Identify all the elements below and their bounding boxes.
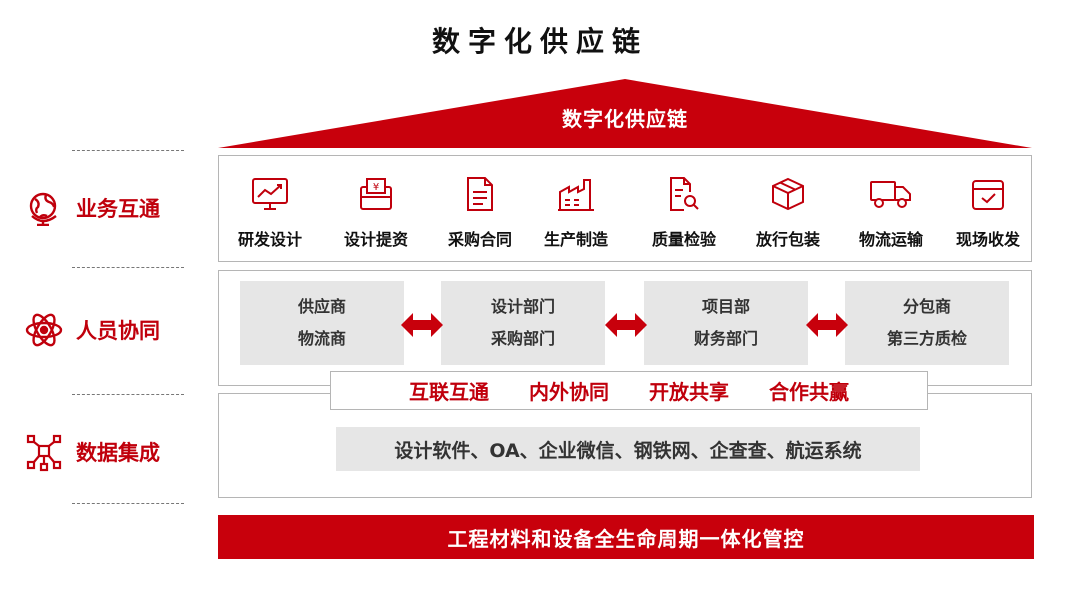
double-arrow-icon [401, 313, 443, 337]
separator-line [72, 267, 184, 268]
package-icon [770, 172, 806, 216]
banner-item: 合作共赢 [769, 380, 849, 404]
business-item-logistics: 物流运输 [841, 172, 941, 252]
double-arrow-icon [605, 313, 647, 337]
business-item-manufacturing: 生产制造 [526, 172, 626, 252]
banner-item: 内外协同 [529, 380, 609, 404]
business-item-design-submit: ¥ 设计提资 [326, 172, 426, 252]
factory-icon [557, 172, 595, 216]
atom-icon [22, 310, 66, 350]
roof-label: 数字化供应链 [562, 107, 688, 131]
chart-monitor-icon [251, 172, 289, 216]
banner-item: 开放共享 [649, 380, 729, 404]
separator-line [72, 394, 184, 395]
yuan-folder-icon: ¥ [358, 172, 394, 216]
business-item-rd-design: 研发设计 [220, 172, 320, 252]
row-label-text: 人员协同 [76, 319, 160, 343]
data-systems-strip: 设计软件、OA、企业微信、钢铁网、企查查、航运系统 [336, 427, 920, 471]
department-box-suppliers: 供应商 物流商 [240, 281, 404, 365]
separator-line [72, 150, 184, 151]
business-item-purchase-contract: 采购合同 [430, 172, 530, 252]
network-icon [22, 432, 66, 472]
document-icon [465, 172, 495, 216]
row-label-business: 业务互通 [22, 188, 160, 228]
row-label-text: 业务互通 [76, 197, 160, 221]
business-item-quality-inspection: 质量检验 [634, 172, 734, 252]
truck-icon [869, 172, 913, 216]
double-arrow-icon [806, 313, 848, 337]
svg-text:¥: ¥ [373, 182, 379, 193]
footer-banner: 工程材料和设备全生命周期一体化管控 [218, 515, 1034, 559]
value-banner: 互联互通 内外协同 开放共享 合作共赢 [330, 371, 928, 410]
department-box-subcontractor: 分包商 第三方质检 [845, 281, 1009, 365]
globe-icon [22, 188, 66, 228]
business-item-release-packaging: 放行包装 [738, 172, 838, 252]
inbox-check-icon [970, 172, 1006, 216]
row-label-text: 数据集成 [76, 441, 160, 465]
page-title: 数字化供应链 [431, 25, 648, 58]
banner-item: 互联互通 [409, 380, 489, 404]
department-box-design-purchase: 设计部门 采购部门 [441, 281, 605, 365]
business-item-site-receiving: 现场收发 [938, 172, 1038, 252]
row-label-data: 数据集成 [22, 432, 160, 472]
row-label-people: 人员协同 [22, 310, 160, 350]
department-box-project-finance: 项目部 财务部门 [644, 281, 808, 365]
separator-line [72, 503, 184, 504]
search-document-icon [668, 172, 700, 216]
